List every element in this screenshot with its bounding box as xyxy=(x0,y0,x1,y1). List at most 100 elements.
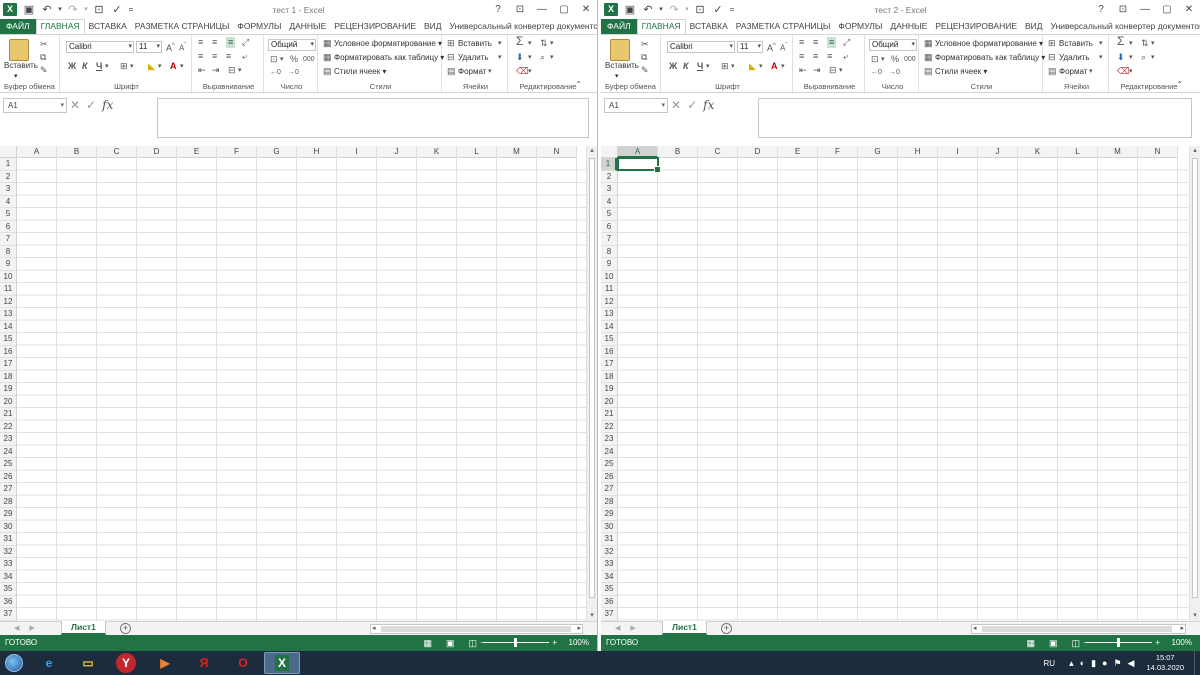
insert-function-icon[interactable]: fx xyxy=(102,98,113,113)
increase-indent-icon[interactable]: ⇥ xyxy=(212,65,220,76)
cancel-formula-icon[interactable]: ✕ xyxy=(671,98,681,113)
row-header[interactable]: 21 xyxy=(0,408,16,421)
scroll-left-icon[interactable]: ◂ xyxy=(973,624,977,632)
delete-dropdown-icon[interactable]: ▾ xyxy=(498,52,502,63)
conditional-format-button[interactable]: Условное форматирование ▾ xyxy=(935,38,1043,49)
scroll-left-icon[interactable]: ◂ xyxy=(372,624,376,632)
tab-file[interactable]: ФАЙЛ xyxy=(601,19,637,34)
minimize-button[interactable]: — xyxy=(1134,4,1156,15)
scroll-right-icon[interactable]: ▸ xyxy=(1180,624,1184,632)
column-header[interactable]: D xyxy=(738,146,778,158)
undo-icon[interactable]: ↶ xyxy=(640,2,656,18)
scroll-right-icon[interactable]: ▸ xyxy=(577,624,581,632)
excel-icon[interactable]: X xyxy=(264,652,300,674)
row-header[interactable]: 32 xyxy=(601,546,617,558)
wrap-text-icon[interactable]: ⤶ xyxy=(843,51,848,62)
tab-review[interactable]: РЕЦЕНЗИРОВАНИЕ xyxy=(330,19,420,34)
active-cell[interactable] xyxy=(617,157,661,173)
format-dropdown-icon[interactable]: ▾ xyxy=(488,66,492,77)
row-header[interactable]: 15 xyxy=(0,333,16,346)
zoom-in-button[interactable]: + xyxy=(552,635,557,651)
column-header[interactable]: J xyxy=(978,146,1018,158)
clear-icon[interactable]: ⌫ xyxy=(1117,66,1130,77)
column-header[interactable]: M xyxy=(497,146,537,158)
zoom-out-button[interactable]: − xyxy=(1083,635,1088,651)
insert-dropdown-icon[interactable]: ▾ xyxy=(1099,38,1103,49)
delete-dropdown-icon[interactable]: ▾ xyxy=(1099,52,1103,63)
minimize-button[interactable]: — xyxy=(531,4,553,15)
row-header[interactable]: 9 xyxy=(601,258,617,271)
column-header[interactable]: G xyxy=(858,146,898,158)
row-header[interactable]: 25 xyxy=(0,458,16,471)
vertical-scrollbar[interactable]: ▴ ▾ xyxy=(1189,146,1200,621)
zoom-level[interactable]: 100% xyxy=(1172,635,1192,651)
row-header[interactable]: 28 xyxy=(0,496,16,508)
font-name-combo[interactable]: Calibri xyxy=(667,41,735,53)
merge-center-icon[interactable]: ⊟ xyxy=(228,65,236,76)
decrease-decimal-icon[interactable]: →0 xyxy=(889,67,900,78)
network-icon[interactable]: ▮ xyxy=(1091,658,1096,669)
cut-icon[interactable]: ✂ xyxy=(641,39,649,50)
delete-cells-button[interactable]: Удалить xyxy=(458,52,489,63)
redo-icon[interactable]: ↷ xyxy=(666,2,682,18)
row-header[interactable]: 3 xyxy=(0,183,16,196)
align-top-icon[interactable]: ≡ xyxy=(799,37,804,48)
row-header[interactable]: 27 xyxy=(0,483,16,496)
row-header[interactable]: 16 xyxy=(601,346,617,358)
horizontal-scrollbar[interactable]: ◂ ▸ xyxy=(370,624,583,634)
row-header[interactable]: 37 xyxy=(601,608,617,621)
redo-icon[interactable]: ↷ xyxy=(65,2,81,18)
autosum-dropdown-icon[interactable]: ▾ xyxy=(528,38,532,49)
save-icon[interactable]: ▣ xyxy=(21,2,37,18)
column-header[interactable]: L xyxy=(1058,146,1098,158)
align-center-icon[interactable]: ≡ xyxy=(212,51,217,62)
tab-formulas[interactable]: ФОРМУЛЫ xyxy=(834,19,886,34)
formula-input[interactable] xyxy=(157,98,589,138)
zoom-knob[interactable] xyxy=(1117,638,1120,647)
scroll-up-icon[interactable]: ▴ xyxy=(1190,146,1200,156)
row-header[interactable]: 11 xyxy=(601,283,617,296)
media-player-icon[interactable]: ▶ xyxy=(147,652,183,674)
increase-indent-icon[interactable]: ⇥ xyxy=(813,65,821,76)
wrap-text-icon[interactable]: ⤶ xyxy=(242,51,247,62)
undo-dropdown-icon[interactable]: ▾ xyxy=(57,2,63,18)
row-header[interactable]: 2 xyxy=(601,171,617,183)
row-header[interactable]: 10 xyxy=(0,271,16,283)
row-header[interactable]: 16 xyxy=(0,346,16,358)
number-format-combo[interactable]: Общий xyxy=(869,39,917,51)
page-break-view-icon[interactable]: ◫ xyxy=(468,635,477,651)
action-center-icon[interactable]: ⚑ xyxy=(1113,658,1121,669)
tab-doc-converter[interactable]: Универсальный конвертер документов xyxy=(1047,19,1200,34)
row-header[interactable]: 8 xyxy=(0,246,16,258)
find-dropdown-icon[interactable]: ▾ xyxy=(550,52,554,63)
row-header[interactable]: 18 xyxy=(601,371,617,383)
column-header[interactable]: I xyxy=(337,146,377,158)
name-box[interactable]: A1 xyxy=(3,98,67,113)
paste-button[interactable]: Вставить xyxy=(4,60,38,71)
row-header[interactable]: 1 xyxy=(0,158,16,171)
find-dropdown-icon[interactable]: ▾ xyxy=(1151,52,1155,63)
underline-dropdown-icon[interactable]: ▾ xyxy=(706,61,710,72)
row-header[interactable]: 13 xyxy=(601,308,617,321)
delete-cells-button[interactable]: Удалить xyxy=(1059,52,1090,63)
borders-icon[interactable]: ⊞ xyxy=(120,61,128,72)
page-break-view-icon[interactable]: ◫ xyxy=(1071,635,1080,651)
yandex-icon[interactable]: Я xyxy=(186,652,222,674)
align-left-icon[interactable]: ≡ xyxy=(799,51,804,62)
normal-view-icon[interactable]: ▦ xyxy=(1026,635,1035,651)
column-header[interactable]: E xyxy=(778,146,818,158)
cell-styles-button[interactable]: Стили ячеек ▾ xyxy=(334,66,386,77)
tab-home[interactable]: ГЛАВНАЯ xyxy=(636,19,686,34)
accounting-dropdown-icon[interactable]: ▾ xyxy=(280,54,284,65)
enter-formula-icon[interactable]: ✓ xyxy=(687,98,697,113)
font-color-icon[interactable]: A xyxy=(771,61,778,72)
row-header[interactable]: 4 xyxy=(601,196,617,208)
print-preview-icon[interactable]: ⊡ xyxy=(91,2,107,18)
clock[interactable]: 15:07 14.03.2020 xyxy=(1146,653,1184,673)
tab-home[interactable]: ГЛАВНАЯ xyxy=(35,19,85,34)
cell-area[interactable] xyxy=(618,158,1188,621)
scroll-up-icon[interactable]: ▴ xyxy=(587,146,597,156)
format-as-table-button[interactable]: Форматировать как таблицу ▾ xyxy=(935,52,1045,63)
row-header[interactable]: 24 xyxy=(0,446,16,458)
paste-dropdown-icon[interactable]: ▾ xyxy=(14,71,18,82)
